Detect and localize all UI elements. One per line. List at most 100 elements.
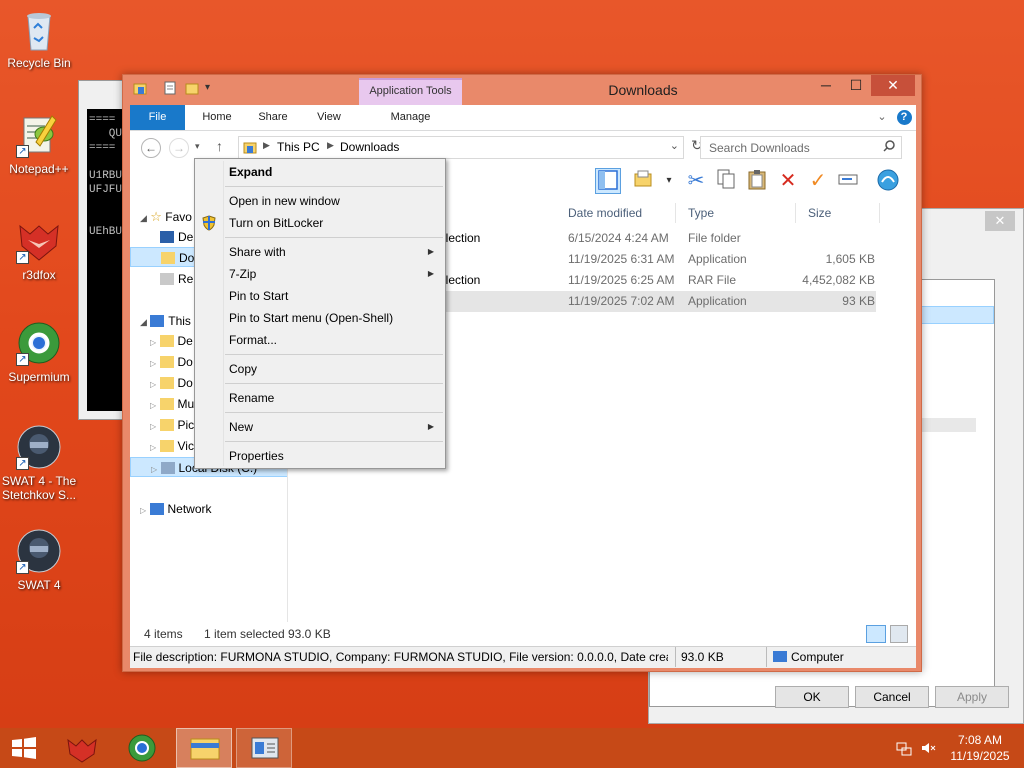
tab-home[interactable]: Home [192,105,242,130]
details-view-icon[interactable] [866,625,886,643]
taskbar-r3dfox[interactable] [58,728,106,768]
ok-button[interactable]: OK [775,686,849,708]
new-folder-icon[interactable] [185,81,199,95]
start-button[interactable] [0,728,48,768]
menu-item-share-with[interactable]: Share with ▶ [197,241,443,263]
menu-item-expand[interactable]: Expand [197,161,443,183]
tree-item-pictures[interactable]: ▷ Pic [150,415,194,435]
tray-clock[interactable]: 7:08 AM 11/19/2025 [948,732,1012,764]
console-window[interactable]: ==== QU ==== U1RBU UFJFU UEhBU [78,80,128,420]
column-size[interactable]: Size [800,203,880,223]
menu-item-properties[interactable]: Properties [197,445,443,467]
menu-item-format[interactable]: Format... [197,329,443,351]
layout-pane-icon[interactable] [595,168,621,194]
column-type[interactable]: Type [680,203,796,223]
recent-locations-icon[interactable]: ▾ [195,141,200,152]
breadcrumb-downloads[interactable]: Downloads [340,140,399,154]
volume-muted-icon[interactable] [920,740,936,756]
tree-network[interactable]: ▷ Network [140,499,212,519]
help-icon[interactable]: ? [895,105,913,130]
collapse-arrow-icon[interactable]: ◢ [140,213,147,223]
tab-view[interactable]: View [304,105,354,130]
column-date-modified[interactable]: Date modified [560,203,676,223]
taskbar-supermium[interactable] [118,728,166,768]
paste-icon[interactable] [744,168,770,194]
expand-arrow-icon[interactable]: ▷ [150,401,156,410]
address-dropdown-icon[interactable]: ⌄ [670,139,679,152]
tree-item-documents[interactable]: ▷ Do [150,352,193,372]
view-dropdown-icon[interactable]: ▾ [656,168,682,194]
tree-favorites[interactable]: ◢ ☆ Favo [140,207,192,227]
tree-item-videos[interactable]: ▷ Vic [150,436,194,456]
properties-icon[interactable] [163,81,177,95]
properties-check-icon[interactable]: ✓ [805,168,831,194]
file-name[interactable]: llection [443,270,480,290]
network-tray-icon[interactable] [896,740,912,756]
file-name[interactable]: llection [443,228,480,248]
tab-share[interactable]: Share [248,105,298,130]
breadcrumb-arrow-icon[interactable]: ▶ [263,140,270,151]
open-shell-settings-icon[interactable] [875,168,901,194]
desktop-icon-swat4[interactable]: ↗ SWAT 4 [0,528,78,592]
shortcut-arrow-icon: ↗ [16,251,29,264]
cancel-button[interactable]: Cancel [855,686,929,708]
menu-item-bitlocker[interactable]: Turn on BitLocker [197,212,443,234]
tree-item-desktop[interactable]: De [160,227,193,247]
folder-icon [159,419,174,431]
expand-arrow-icon[interactable]: ▷ [150,359,156,368]
folder-icon[interactable] [133,81,147,95]
expand-ribbon-icon[interactable]: ⌄ [872,105,892,130]
desktop-icon-supermium[interactable]: ↗ Supermium [0,320,78,384]
menu-item-7zip[interactable]: 7-Zip ▶ [197,263,443,285]
back-icon[interactable]: ← [141,138,161,158]
address-bar[interactable]: ▶ This PC ▶ Downloads ⌄ [238,136,684,159]
expand-arrow-icon[interactable]: ▷ [140,506,146,515]
desktop-icon-swat4-expansion[interactable]: ↗ SWAT 4 - The Stetchkov S... [0,424,78,502]
forward-icon[interactable]: → [169,138,189,158]
menu-item-rename[interactable]: Rename [197,387,443,409]
drive-icon [160,462,175,474]
taskbar-console[interactable] [236,728,292,768]
title-bar[interactable]: ▾ Application Tools Downloads ─ ☐ ✕ [123,75,921,105]
menu-item-open-new-window[interactable]: Open in new window [197,190,443,212]
tree-item-desktop-pc[interactable]: ▷ De [150,331,193,351]
tree-item-music[interactable]: ▷ Mu [150,394,194,414]
menu-item-copy[interactable]: Copy [197,358,443,380]
expand-arrow-icon[interactable]: ▷ [150,422,156,431]
cut-icon[interactable]: ✂ [683,168,709,194]
large-icons-view-icon[interactable] [890,625,908,643]
up-icon[interactable]: ↑ [216,138,223,154]
tree-this-pc[interactable]: ◢ This [140,311,191,331]
desktop-icon-r3dfox[interactable]: ↗ r3dfox [0,218,78,282]
expand-arrow-icon[interactable]: ▷ [151,465,157,474]
expand-arrow-icon[interactable]: ▷ [150,380,156,389]
apply-button[interactable]: Apply [935,686,1009,708]
breadcrumb-this-pc[interactable]: This PC [277,140,320,154]
tree-item-recent[interactable]: Re [160,269,193,289]
expand-arrow-icon[interactable]: ▷ [150,338,156,347]
menu-item-pin-to-start[interactable]: Pin to Start [197,285,443,307]
rename-icon[interactable] [835,168,861,194]
search-input[interactable]: Search Downloads [700,136,902,159]
customize-qat-icon[interactable]: ▾ [205,81,219,95]
menu-item-new[interactable]: New ▶ [197,416,443,438]
breadcrumb-arrow-icon[interactable]: ▶ [327,140,334,151]
taskbar-file-explorer[interactable] [176,728,232,768]
search-icon[interactable] [883,140,895,155]
close-icon[interactable]: ✕ [985,211,1015,231]
minimize-icon[interactable]: ─ [811,75,841,96]
delete-icon[interactable]: ✕ [775,168,801,194]
desktop-icon-notepadpp[interactable]: ↗ Notepad++ [0,112,78,176]
copy-icon[interactable] [713,168,739,194]
menu-item-pin-start-menu[interactable]: Pin to Start menu (Open-Shell) [197,307,443,329]
tree-item-downloads-pc[interactable]: ▷ Do [150,373,193,393]
context-menu[interactable]: Expand Open in new window Turn on BitLoc… [194,158,446,469]
change-view-icon[interactable] [630,168,656,194]
maximize-icon[interactable]: ☐ [841,75,871,96]
tab-manage[interactable]: Manage [359,105,462,130]
collapse-arrow-icon[interactable]: ◢ [140,317,147,327]
close-icon[interactable]: ✕ [871,75,915,96]
tab-file[interactable]: File [130,105,185,130]
desktop-icon-recycle-bin[interactable]: Recycle Bin [0,6,78,70]
expand-arrow-icon[interactable]: ▷ [150,443,156,452]
